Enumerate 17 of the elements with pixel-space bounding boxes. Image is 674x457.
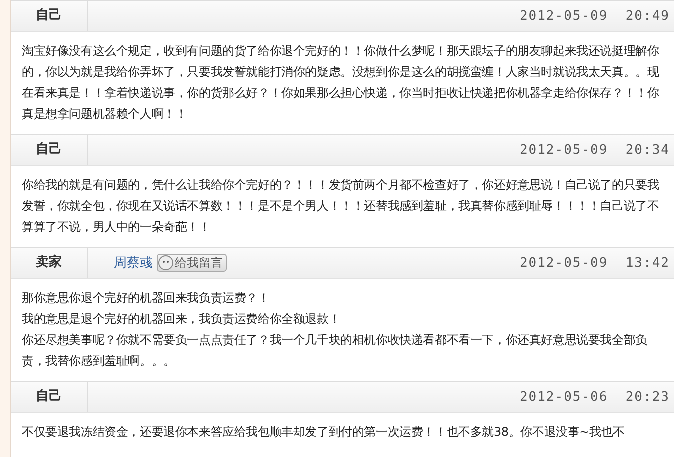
user-link[interactable]: 周蔡彧 — [114, 254, 153, 272]
author-name: 自己 — [11, 382, 88, 412]
message-button[interactable]: 给我留言 — [157, 254, 227, 272]
post-text: 淘宝好像没有这么个规定，收到有问题的货了给你退个完好的！！你做什么梦呢！那天跟坛子的朋友聊起来我还说挺理解你的，你以为就是我给你弄坏了，只要我发誓就能打消你的疑虑。没想到你是这么的胡搅蛮缠！人家当时就说我太天真。。现在看来真是！！拿着快递说事，你的货那么好？！你如果那么担心快递，你当时拒收让快递把你机器拿走给你保存？！！你真是想拿问题机器赖个人啊！！ — [22, 43, 660, 123]
post-text: 你给我的就是有问题的，凭什么让我给你个完好的？！！！发货前两个月都不检查好了，你还好意思说！自己说了的只要我发誓，你就全包，你现在又说话不算数！！！是不是个男人！！！还替我感到羞耻，我真替你感到耻辱！！！！自己说了不算算了不说，男人中的一朵奇葩！！ — [22, 177, 660, 236]
smiley-icon — [158, 255, 174, 271]
post-text: 我的意思是退个完好的机器回来，我负责运费给你全额退款！ — [22, 311, 342, 328]
post-date: 2012-05-06 20:23 — [520, 390, 671, 404]
post-date: 2012-05-09 20:49 — [520, 8, 671, 24]
author-name: 自己 — [11, 1, 88, 31]
post-text: 不仅要退我冻结资金，还要退你本来答应给我包顺丰却发了到付的第一次运费！！也不多就38。你不退没事~我也不 — [22, 424, 626, 441]
author-name: 卖家 — [11, 248, 88, 278]
author-name: 自己 — [11, 135, 88, 165]
post-text: 那你意思你退个完好的机器回来我负责运费？！ — [22, 290, 271, 307]
post-text: 你还尽想美事呢？你就不需要负一点点责任了？我一个几千块的相机你收快递看都不看一下，你还真好意思说要我全部负责，我替你感到羞耻啊。。。 — [22, 332, 648, 370]
post-date: 2012-05-09 13:42 — [520, 256, 671, 270]
post-date: 2012-05-09 20:34 — [520, 142, 671, 158]
